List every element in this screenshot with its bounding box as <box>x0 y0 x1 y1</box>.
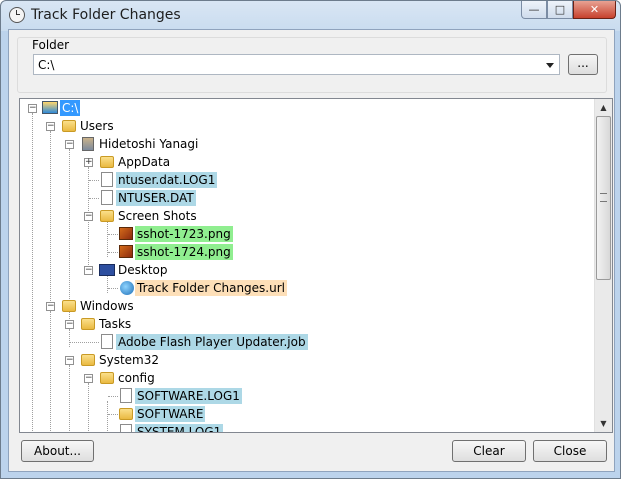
clear-button[interactable]: Clear <box>452 440 526 462</box>
tree-node-label: SYSTEM.LOG1 <box>135 424 224 432</box>
collapse-icon[interactable]: − <box>84 266 93 275</box>
collapse-icon[interactable]: − <box>84 374 93 383</box>
image-file-icon <box>119 245 133 258</box>
client-area: Folder C:\ ... − C:\ − Users − Hidetoshi… <box>8 29 615 472</box>
collapse-icon[interactable]: − <box>65 356 74 365</box>
tree-node-label: Users <box>80 119 114 133</box>
browse-button[interactable]: ... <box>568 54 598 75</box>
folder-icon <box>119 408 133 420</box>
tree-node-label: Screen Shots <box>118 209 197 223</box>
tree-node-label: Windows <box>80 299 134 313</box>
tree-node-label: sshot-1723.png <box>135 226 233 242</box>
app-window: Track Folder Changes — □ ✕ Folder C:\ ..… <box>0 0 621 479</box>
tree-connector <box>88 383 89 432</box>
tree-node-label: SOFTWARE <box>135 406 206 422</box>
collapse-icon[interactable]: − <box>65 320 74 329</box>
maximize-button[interactable]: □ <box>547 1 573 19</box>
tree-connector <box>69 365 70 432</box>
collapse-icon[interactable]: − <box>65 140 74 149</box>
collapse-icon[interactable]: − <box>28 104 37 113</box>
desktop-icon <box>99 264 115 276</box>
image-file-icon <box>119 227 133 240</box>
tree-connector <box>69 149 70 319</box>
minimize-button[interactable]: — <box>521 1 547 19</box>
tree-connector <box>32 113 33 432</box>
scroll-up-arrow-icon[interactable]: ▲ <box>595 99 612 116</box>
tree-node-label: System32 <box>99 353 160 367</box>
collapse-icon[interactable]: − <box>46 122 55 131</box>
tree-node-label: SOFTWARE.LOG1 <box>135 388 242 404</box>
collapse-icon[interactable]: − <box>46 302 55 311</box>
tree-node-label: AppData <box>118 155 171 169</box>
tree-node-label: config <box>118 371 155 385</box>
tree-connector <box>50 311 51 432</box>
tree-connector <box>69 329 70 347</box>
file-icon <box>101 190 113 205</box>
tree-node-label: Hidetoshi Yanagi <box>99 137 199 151</box>
folder-icon <box>81 354 95 366</box>
tree-connector <box>107 401 108 432</box>
internet-shortcut-icon <box>120 281 134 295</box>
tree-node-label: ntuser.dat.LOG1 <box>116 172 218 188</box>
scroll-down-arrow-icon[interactable]: ▼ <box>595 415 612 432</box>
folder-icon <box>100 210 114 222</box>
file-icon <box>120 388 132 403</box>
tree-node-label: Tasks <box>99 317 132 331</box>
folder-tree-view[interactable]: − C:\ − Users − Hidetoshi Yanagi + AppDa… <box>19 98 613 433</box>
tree-node-label: sshot-1724.png <box>135 244 233 260</box>
folder-group-label: Folder <box>30 38 72 52</box>
folder-icon <box>62 120 76 132</box>
window-title: Track Folder Changes <box>31 7 181 23</box>
tree-node-label: Desktop <box>118 263 168 277</box>
close-window-button[interactable]: ✕ <box>573 1 616 19</box>
vertical-scrollbar[interactable]: ▲ ▼ <box>594 99 612 432</box>
tree-node-label: C:\ <box>60 100 81 116</box>
folder-icon <box>100 156 114 168</box>
tree-connector <box>50 131 51 311</box>
tree-node-label: NTUSER.DAT <box>116 190 196 206</box>
file-icon <box>101 334 113 349</box>
drive-icon <box>42 101 58 114</box>
scrollbar-thumb[interactable] <box>596 116 611 280</box>
tree-node-label: Track Folder Changes.url <box>135 280 287 296</box>
folder-icon <box>81 318 95 330</box>
file-icon <box>120 424 132 432</box>
title-bar[interactable]: Track Folder Changes — □ ✕ <box>1 1 620 29</box>
folder-icon <box>100 372 114 384</box>
tree-connector <box>107 275 108 293</box>
caption-buttons: — □ ✕ <box>521 1 616 19</box>
clock-icon <box>9 7 25 23</box>
grip-icon <box>600 193 607 202</box>
dropdown-arrow-icon[interactable] <box>546 63 554 68</box>
folder-path-value: C:\ <box>38 58 55 72</box>
collapse-icon[interactable]: − <box>84 212 93 221</box>
folder-path-combobox[interactable]: C:\ <box>33 54 560 75</box>
user-folder-icon <box>82 137 94 151</box>
close-button[interactable]: Close <box>533 440 607 462</box>
expand-icon[interactable]: + <box>84 158 93 167</box>
folder-icon <box>62 300 76 312</box>
about-button[interactable]: About... <box>21 440 94 462</box>
tree-node-label: Adobe Flash Player Updater.job <box>116 334 308 350</box>
file-icon <box>101 172 113 187</box>
